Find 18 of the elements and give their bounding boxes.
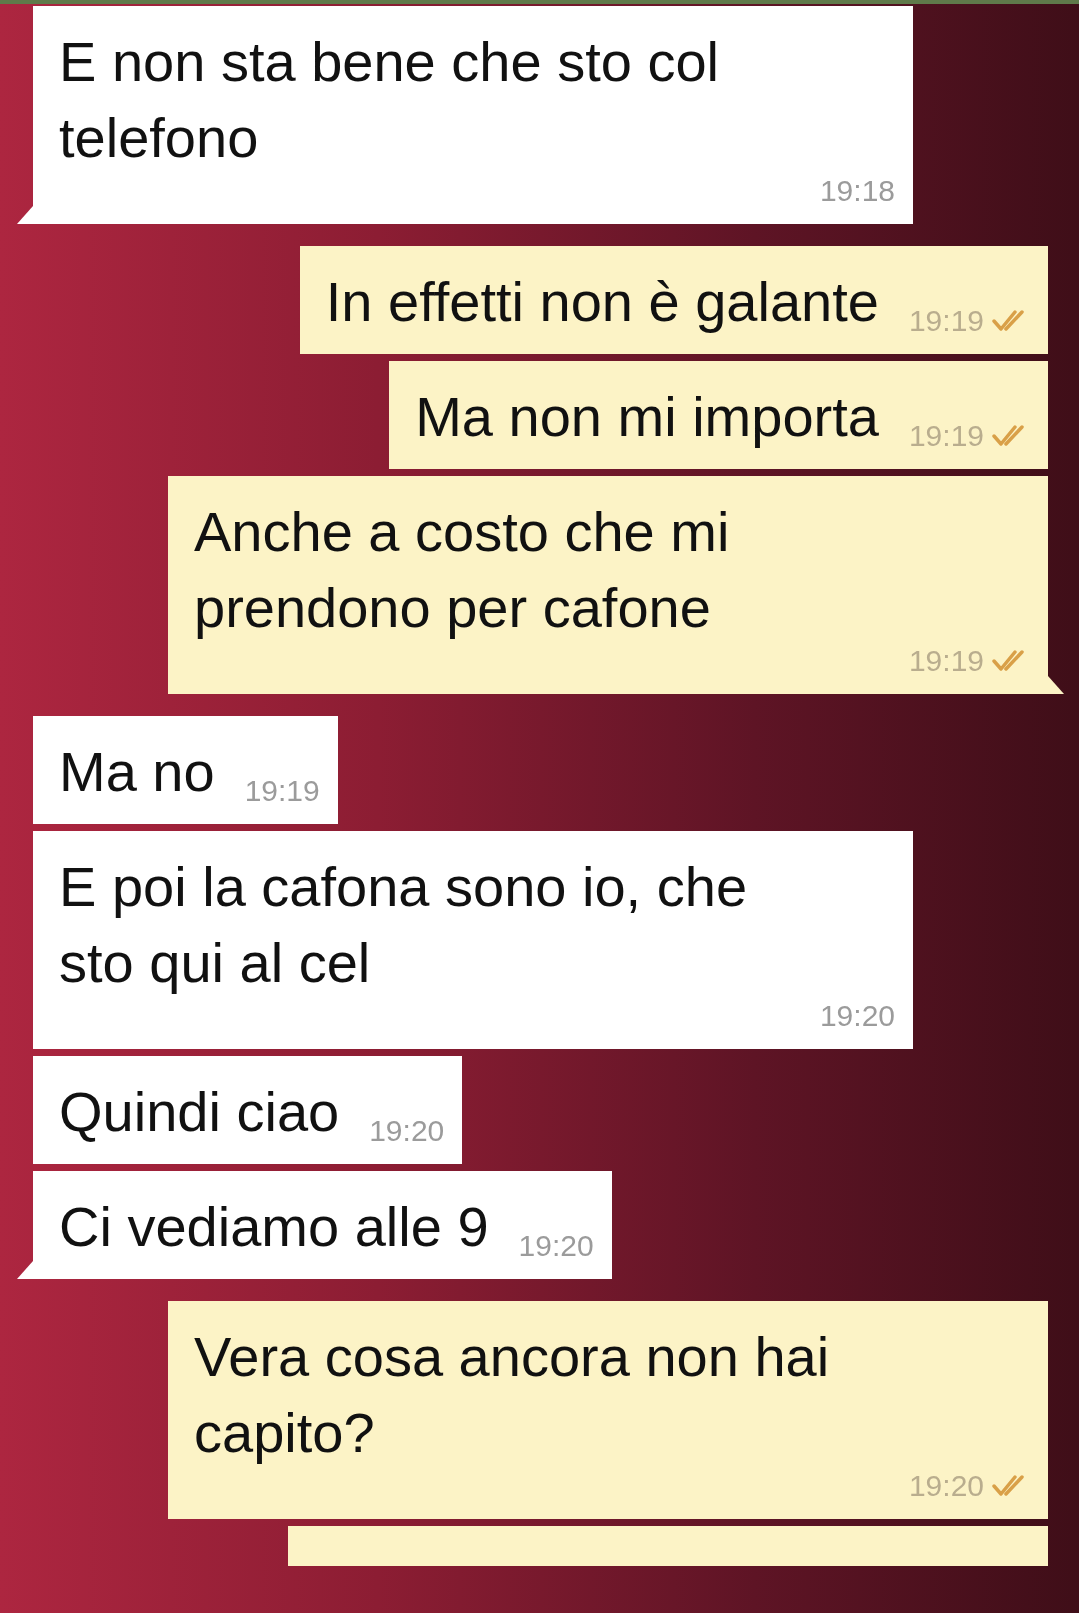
message-text: Vera cosa ancora non hai capito?	[194, 1324, 831, 1466]
message-text: E poi la cafona sono io, che sto qui al cel	[59, 854, 749, 996]
message-time: 19:20	[369, 1116, 445, 1146]
message-time: 19:18	[819, 176, 895, 206]
message-time: 19:20	[908, 1471, 984, 1501]
message-text: Ma no	[59, 739, 215, 805]
message-text: Ci vediamo alle 9	[59, 1194, 489, 1260]
message-time: 19:19	[908, 306, 984, 336]
message-text: Quindi ciao	[59, 1079, 340, 1145]
message-time: 19:19	[908, 646, 984, 676]
message-text: Anche a costo che mi prendono per cafone	[194, 499, 731, 641]
message-time: 19:19	[244, 776, 320, 806]
message-time: 19:19	[908, 421, 984, 451]
message-text: In effetti non è galante	[325, 269, 879, 335]
message-text: E non sta bene che sto col telefono	[59, 29, 720, 171]
message-text: Ma non mi importa	[415, 384, 879, 450]
message-time: 19:20	[819, 1001, 895, 1031]
message-time: 19:20	[518, 1231, 594, 1261]
